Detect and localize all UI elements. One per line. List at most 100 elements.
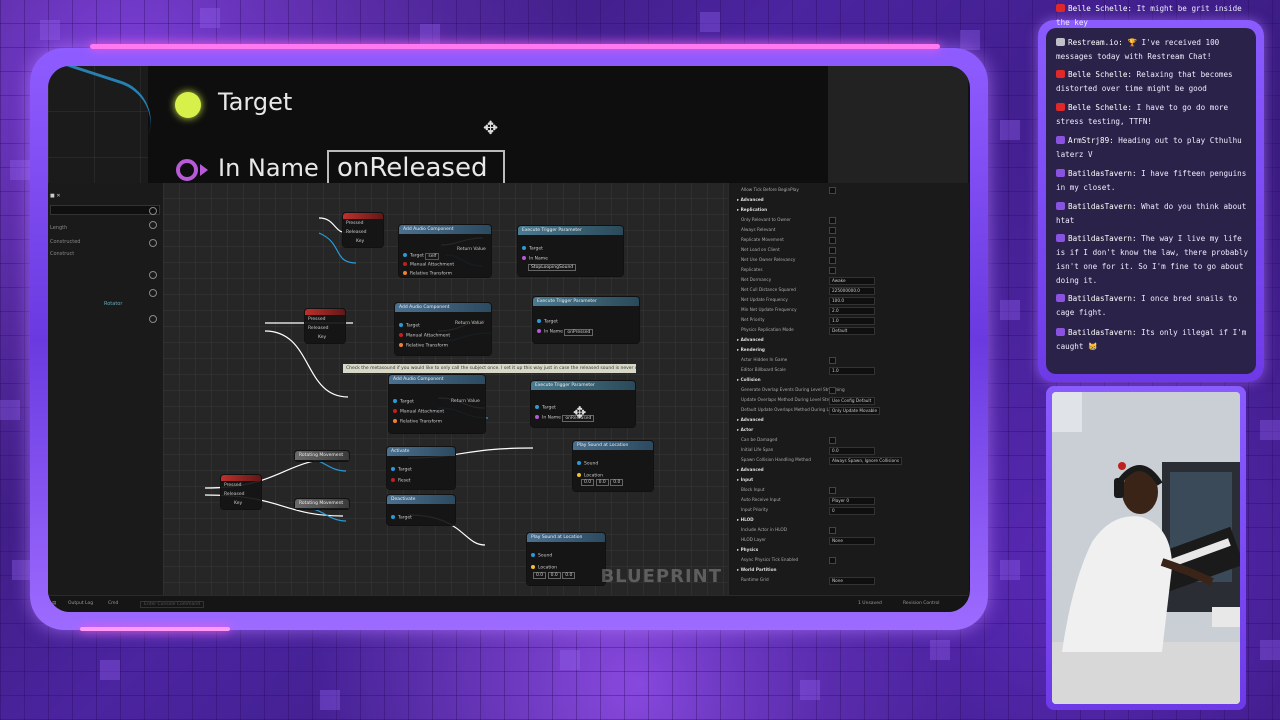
- panel-row[interactable]: Construct: [50, 251, 74, 259]
- details-section-header[interactable]: ▸ Rendering: [737, 347, 962, 355]
- details-row[interactable]: Net Update Frequency 100.0: [737, 297, 962, 305]
- console-input[interactable]: Enter Console Command: [140, 601, 204, 608]
- execute-trigger-parameter-node[interactable]: Execute Trigger Parameter Target In Name…: [518, 226, 623, 276]
- details-row[interactable]: Async Physics Tick Enabled: [737, 557, 962, 565]
- details-row[interactable]: Spawn Collision Handling Method Always Sp…: [737, 457, 962, 465]
- details-checkbox[interactable]: [829, 437, 836, 444]
- details-section-header[interactable]: ▸ Advanced: [737, 337, 962, 345]
- return-value-pin[interactable]: Return Value: [451, 399, 480, 404]
- details-value-field[interactable]: None: [829, 577, 875, 585]
- details-row[interactable]: Editor Billboard Scale 1.0: [737, 367, 962, 375]
- target-pin[interactable]: Target: [535, 405, 556, 411]
- details-row[interactable]: Initial Life Span 0.0: [737, 447, 962, 455]
- details-row[interactable]: Net Load on Client: [737, 247, 962, 255]
- target-pin[interactable]: Target: [537, 319, 558, 325]
- manual-attachment-pin[interactable]: Manual Attachment: [393, 409, 444, 415]
- details-section-header[interactable]: ▸ World Partition: [737, 567, 962, 575]
- add-icon[interactable]: [149, 221, 157, 229]
- details-checkbox[interactable]: [829, 217, 836, 224]
- return-value-pin[interactable]: Return Value: [455, 321, 484, 326]
- panel-row[interactable]: Rotator: [104, 301, 122, 309]
- details-row[interactable]: Net Cull Distance Squared 225000000.0: [737, 287, 962, 295]
- details-value-field[interactable]: Player 0: [829, 497, 875, 505]
- details-row[interactable]: Replicates: [737, 267, 962, 275]
- details-value-field[interactable]: Always Spawn, Ignore Collisions: [829, 457, 902, 465]
- inname-pin[interactable]: In Name onPressed: [537, 328, 594, 336]
- details-checkbox[interactable]: [829, 487, 836, 494]
- details-value-field[interactable]: 2.0: [829, 307, 875, 315]
- target-pin[interactable]: Target self: [403, 252, 440, 260]
- details-value-field[interactable]: 0.0: [829, 447, 875, 455]
- details-value-field[interactable]: Use Config Default: [829, 397, 875, 405]
- details-checkbox[interactable]: [829, 267, 836, 274]
- sound-pin[interactable]: Sound: [531, 553, 552, 559]
- details-checkbox[interactable]: [829, 527, 836, 534]
- add-audio-component-node[interactable]: Add Audio Component Target Manual Attach…: [395, 303, 491, 355]
- unsaved-indicator[interactable]: 1 Unsaved: [858, 601, 882, 606]
- details-row[interactable]: Can be Damaged: [737, 437, 962, 445]
- details-checkbox[interactable]: [829, 187, 836, 194]
- details-row[interactable]: Only Relevant to Owner: [737, 217, 962, 225]
- details-value-field[interactable]: 1.0: [829, 317, 875, 325]
- details-row[interactable]: Net Dormancy Awake: [737, 277, 962, 285]
- details-row[interactable]: Actor Hidden In Game: [737, 357, 962, 365]
- cmd-button[interactable]: Cmd: [108, 601, 118, 606]
- details-row[interactable]: Update Overlaps Method During Level Stre…: [737, 397, 962, 405]
- details-row[interactable]: Allow Tick Before BeginPlay: [737, 187, 962, 195]
- add-audio-component-node[interactable]: Add Audio Component Target self Manual A…: [399, 225, 491, 277]
- details-checkbox[interactable]: [829, 557, 836, 564]
- details-row[interactable]: Input Priority 0: [737, 507, 962, 515]
- relative-transform-pin[interactable]: Relative Transform: [399, 343, 448, 349]
- details-row[interactable]: Physics Replication Mode Default: [737, 327, 962, 335]
- details-checkbox[interactable]: [829, 257, 836, 264]
- details-section-header[interactable]: ▸ Physics: [737, 547, 962, 555]
- target-pin[interactable]: Target: [393, 399, 414, 405]
- target-pin[interactable]: Target: [391, 467, 412, 473]
- released-pin[interactable]: Released: [308, 326, 328, 331]
- add-audio-component-node[interactable]: Add Audio Component Target Manual Attach…: [389, 375, 485, 433]
- details-value-field[interactable]: 1.0: [829, 367, 875, 375]
- details-row[interactable]: Net Use Owner Relevancy: [737, 257, 962, 265]
- details-checkbox[interactable]: [829, 227, 836, 234]
- execute-trigger-parameter-node[interactable]: Execute Trigger Parameter Target In Name…: [533, 297, 639, 343]
- details-value-field[interactable]: 225000000.0: [829, 287, 875, 295]
- content-drawer-icon[interactable]: ▤: [52, 601, 56, 606]
- inname-pin[interactable]: In Name: [522, 256, 548, 262]
- details-row[interactable]: Net Priority 1.0: [737, 317, 962, 325]
- deactivate-node[interactable]: Deactivate Target: [387, 495, 455, 525]
- panel-row[interactable]: Length: [50, 225, 67, 233]
- target-pin[interactable]: Target: [522, 246, 543, 252]
- details-row[interactable]: Block Input: [737, 487, 962, 495]
- panel-tab[interactable]: ■ ✕: [50, 193, 61, 201]
- details-value-field[interactable]: None: [829, 537, 875, 545]
- details-checkbox[interactable]: [829, 247, 836, 254]
- key-event-node[interactable]: Pressed Released Key: [305, 309, 345, 343]
- details-checkbox[interactable]: [829, 237, 836, 244]
- key-pin[interactable]: Key: [356, 239, 364, 244]
- key-event-node[interactable]: Pressed Released Key: [221, 475, 261, 509]
- add-icon[interactable]: [149, 239, 157, 247]
- event-graph[interactable]: Pressed Released Key Pressed Released Ke…: [163, 183, 728, 595]
- details-checkbox[interactable]: [829, 357, 836, 364]
- location-values[interactable]: 0.0 0.0 0.0: [581, 479, 624, 486]
- inname-value[interactable]: StopLoopingSound: [528, 264, 577, 271]
- details-section-header[interactable]: ▸ Actor: [737, 427, 962, 435]
- key-event-node[interactable]: Pressed Released Key: [343, 213, 383, 247]
- details-row[interactable]: Always Relevant: [737, 227, 962, 235]
- details-section-header[interactable]: ▸ Advanced: [737, 467, 962, 475]
- location-pin[interactable]: Location: [577, 473, 603, 479]
- details-value-field[interactable]: Awake: [829, 277, 875, 285]
- play-sound-at-location-node[interactable]: Play Sound at Location Sound Location 0.…: [527, 533, 605, 585]
- key-pin[interactable]: Key: [234, 501, 242, 506]
- released-pin[interactable]: Released: [224, 492, 244, 497]
- details-value-field[interactable]: Default: [829, 327, 875, 335]
- target-pin[interactable]: Target: [399, 323, 420, 329]
- sound-pin[interactable]: Sound: [577, 461, 598, 467]
- relative-transform-pin[interactable]: Relative Transform: [393, 419, 442, 425]
- panel-row[interactable]: Constructed: [50, 239, 80, 247]
- location-pin[interactable]: Location: [531, 565, 557, 571]
- location-values[interactable]: 0.0 0.0 0.0: [533, 572, 576, 579]
- return-value-pin[interactable]: Return Value: [457, 247, 486, 252]
- details-section-header[interactable]: ▸ Advanced: [737, 417, 962, 425]
- manual-attachment-pin[interactable]: Manual Attachment: [399, 333, 450, 339]
